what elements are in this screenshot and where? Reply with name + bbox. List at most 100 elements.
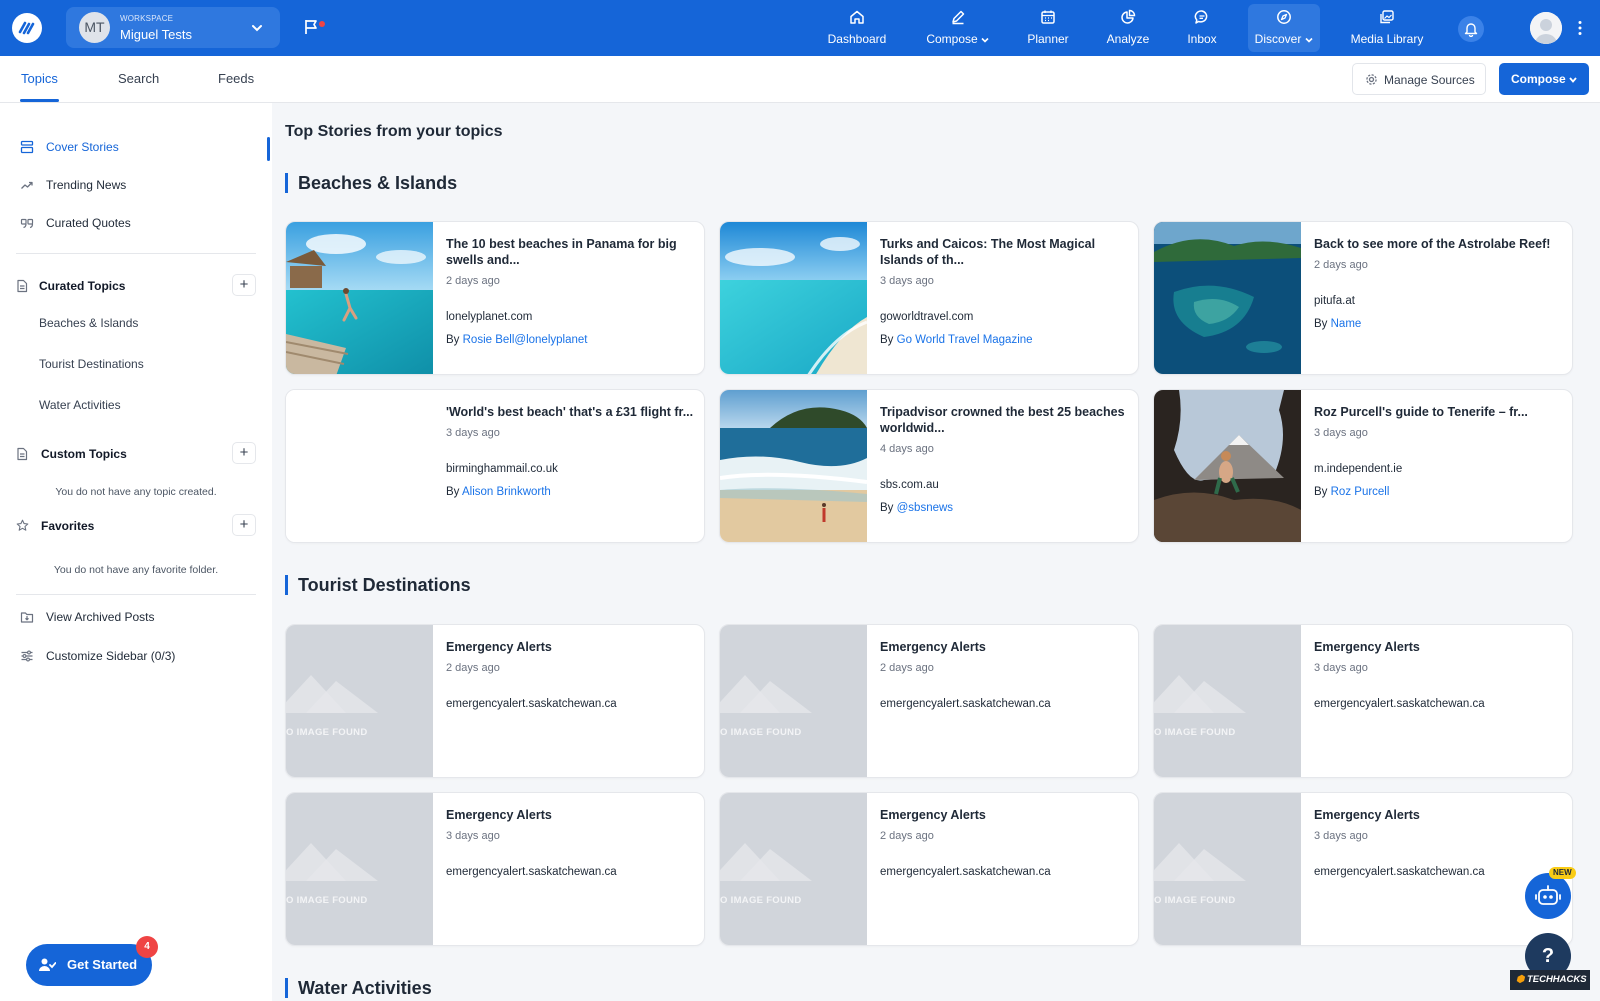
story-source[interactable]: birminghammail.co.uk: [446, 463, 558, 475]
nav-media-library[interactable]: Media Library: [1346, 4, 1428, 52]
get-started-button[interactable]: Get Started: [26, 944, 152, 986]
favorites-empty-text: You do not have any favorite folder.: [53, 564, 219, 576]
sidebar-item-label: Customize Sidebar (0/3): [46, 649, 176, 663]
app-logo-icon[interactable]: [12, 13, 42, 43]
story-source[interactable]: goworldtravel.com: [880, 311, 973, 323]
layers-icon: [20, 140, 34, 154]
story-author-link[interactable]: Alison Brinkworth: [462, 486, 551, 498]
story-card[interactable]: The 10 best beaches in Panama for big sw…: [285, 221, 705, 375]
notifications-button[interactable]: [1458, 16, 1484, 42]
story-time: 4 days ago: [880, 443, 934, 455]
story-source[interactable]: emergencyalert.saskatchewan.ca: [880, 698, 1051, 710]
active-item-indicator: [267, 137, 270, 161]
story-author-link[interactable]: Roz Purcell: [1331, 486, 1390, 498]
image-placeholder-icon: [286, 843, 378, 881]
nav-discover[interactable]: Discover: [1248, 4, 1320, 52]
story-body: Emergency Alerts 2 days ago emergencyale…: [880, 793, 1130, 945]
story-card[interactable]: O IMAGE FOUND Emergency Alerts 2 days ag…: [285, 624, 705, 778]
sidebar-divider: [16, 594, 256, 595]
workspace-switcher[interactable]: MT WORKSPACE Miguel Tests: [66, 7, 280, 48]
manage-sources-button[interactable]: Manage Sources: [1352, 63, 1486, 95]
tab-topics[interactable]: Topics: [21, 71, 58, 86]
story-source[interactable]: emergencyalert.saskatchewan.ca: [446, 698, 617, 710]
by-label: By: [446, 486, 460, 498]
story-card[interactable]: O IMAGE FOUND Emergency Alerts 3 days ag…: [285, 792, 705, 946]
story-card[interactable]: O IMAGE FOUND Emergency Alerts 3 days ag…: [1153, 624, 1573, 778]
story-title[interactable]: Emergency Alerts: [446, 807, 696, 823]
story-source[interactable]: m.independent.ie: [1314, 463, 1402, 475]
story-card[interactable]: Roz Purcell's guide to Tenerife – fr... …: [1153, 389, 1573, 543]
story-author-link[interactable]: Go World Travel Magazine: [897, 334, 1033, 346]
chevron-down-icon: [1305, 37, 1313, 43]
story-source[interactable]: emergencyalert.saskatchewan.ca: [1314, 866, 1485, 878]
story-title[interactable]: Roz Purcell's guide to Tenerife – fr...: [1314, 404, 1564, 420]
story-card[interactable]: O IMAGE FOUND Emergency Alerts 3 days ag…: [1153, 792, 1573, 946]
compose-label: Compose: [1511, 72, 1566, 86]
story-source[interactable]: emergencyalert.saskatchewan.ca: [1314, 698, 1485, 710]
story-byline: By Go World Travel Magazine: [880, 334, 1033, 346]
story-source[interactable]: emergencyalert.saskatchewan.ca: [880, 866, 1051, 878]
no-image-placeholder: O IMAGE FOUND: [1154, 793, 1301, 945]
sidebar-item-tourist-destinations[interactable]: Tourist Destinations: [39, 357, 144, 371]
curated-topics-label: Curated Topics: [39, 279, 126, 293]
add-curated-topic-button[interactable]: +: [232, 274, 256, 296]
story-time: 3 days ago: [1314, 427, 1368, 439]
story-title[interactable]: 'World's best beach' that's a £31 flight…: [446, 404, 696, 420]
nav-inbox[interactable]: Inbox: [1176, 4, 1228, 52]
story-time: 3 days ago: [1314, 662, 1368, 674]
story-title[interactable]: Tripadvisor crowned the best 25 beaches …: [880, 404, 1130, 436]
tab-feeds[interactable]: Feeds: [218, 71, 254, 86]
top-navigation-bar: MT WORKSPACE Miguel Tests Dashboard Comp…: [0, 0, 1600, 56]
user-avatar[interactable]: [1530, 12, 1562, 44]
nav-analyze[interactable]: Analyze: [1098, 4, 1158, 52]
media-library-icon: [1380, 10, 1394, 24]
story-source[interactable]: emergencyalert.saskatchewan.ca: [446, 866, 617, 878]
no-image-text: O IMAGE FOUND: [720, 727, 802, 738]
story-author-link[interactable]: Rosie Bell@lonelyplanet: [463, 334, 588, 346]
story-title[interactable]: Emergency Alerts: [1314, 639, 1564, 655]
discover-subbar: Topics Search Feeds Manage Sources Compo…: [0, 56, 1600, 103]
section-accent-bar: [285, 173, 288, 193]
story-title[interactable]: Emergency Alerts: [880, 807, 1130, 823]
nav-planner[interactable]: Planner: [1018, 4, 1078, 52]
sidebar-item-water-activities[interactable]: Water Activities: [39, 398, 121, 412]
nav-dashboard[interactable]: Dashboard: [822, 4, 892, 52]
story-card[interactable]: O IMAGE FOUND Emergency Alerts 2 days ag…: [719, 792, 1139, 946]
story-title[interactable]: Emergency Alerts: [446, 639, 696, 655]
nav-compose[interactable]: Compose: [918, 4, 998, 52]
get-started-label: Get Started: [67, 957, 138, 972]
robot-icon: [1535, 885, 1561, 905]
tab-search[interactable]: Search: [118, 71, 159, 86]
story-title[interactable]: The 10 best beaches in Panama for big sw…: [446, 236, 696, 268]
get-started-count-badge: 4: [136, 936, 158, 958]
add-favorite-folder-button[interactable]: +: [232, 514, 256, 536]
ai-assistant-button[interactable]: [1525, 873, 1571, 919]
story-title[interactable]: Emergency Alerts: [880, 639, 1130, 655]
story-title[interactable]: Back to see more of the Astrolabe Reef!: [1314, 236, 1564, 252]
add-custom-topic-button[interactable]: +: [232, 442, 256, 464]
story-source[interactable]: pitufa.at: [1314, 295, 1355, 307]
story-source[interactable]: lonelyplanet.com: [446, 311, 532, 323]
more-vertical-icon[interactable]: [1577, 20, 1583, 36]
story-thumbnail: [286, 222, 433, 374]
no-image-text: O IMAGE FOUND: [720, 895, 802, 906]
story-time: 3 days ago: [880, 275, 934, 287]
story-card[interactable]: Tripadvisor crowned the best 25 beaches …: [719, 389, 1139, 543]
archive-icon: [20, 612, 34, 623]
compose-button[interactable]: Compose: [1499, 63, 1589, 95]
story-card[interactable]: 'World's best beach' that's a £31 flight…: [285, 389, 705, 543]
story-title[interactable]: Turks and Caicos: The Most Magical Islan…: [880, 236, 1130, 268]
story-card[interactable]: Turks and Caicos: The Most Magical Islan…: [719, 221, 1139, 375]
flag-icon[interactable]: [304, 18, 320, 36]
story-body: Emergency Alerts 2 days ago emergencyale…: [446, 625, 696, 777]
story-card[interactable]: Back to see more of the Astrolabe Reef! …: [1153, 221, 1573, 375]
story-time: 2 days ago: [446, 662, 500, 674]
sidebar-item-beaches-islands[interactable]: Beaches & Islands: [39, 316, 138, 330]
image-placeholder-icon: [286, 675, 378, 713]
story-author-link[interactable]: @sbsnews: [897, 502, 953, 514]
story-source[interactable]: sbs.com.au: [880, 479, 939, 491]
story-author-link[interactable]: Name: [1331, 318, 1362, 330]
story-title[interactable]: Emergency Alerts: [1314, 807, 1564, 823]
story-thumbnail: [1154, 222, 1301, 374]
story-card[interactable]: O IMAGE FOUND Emergency Alerts 2 days ag…: [719, 624, 1139, 778]
